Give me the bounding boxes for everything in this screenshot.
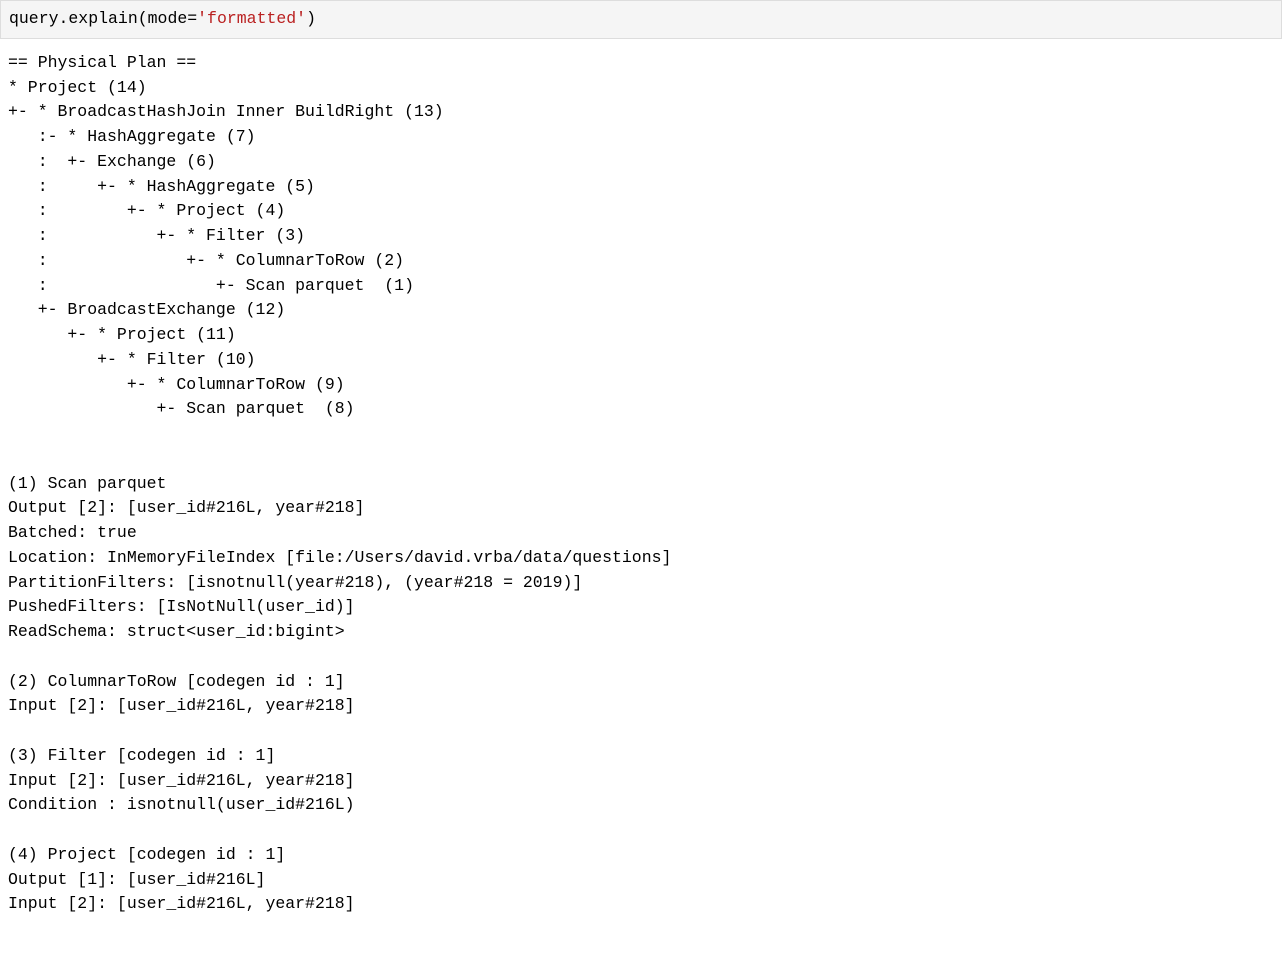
code-eq: = [187,9,197,28]
code-input-cell: query.explain(mode='formatted') [0,0,1282,39]
open-paren: ( [138,9,148,28]
output-block: == Physical Plan == * Project (14) +- * … [0,39,1282,925]
code-call: query.explain [9,9,138,28]
code-string: 'formatted' [197,9,306,28]
close-paren: ) [306,9,316,28]
code-arg: mode [148,9,188,28]
